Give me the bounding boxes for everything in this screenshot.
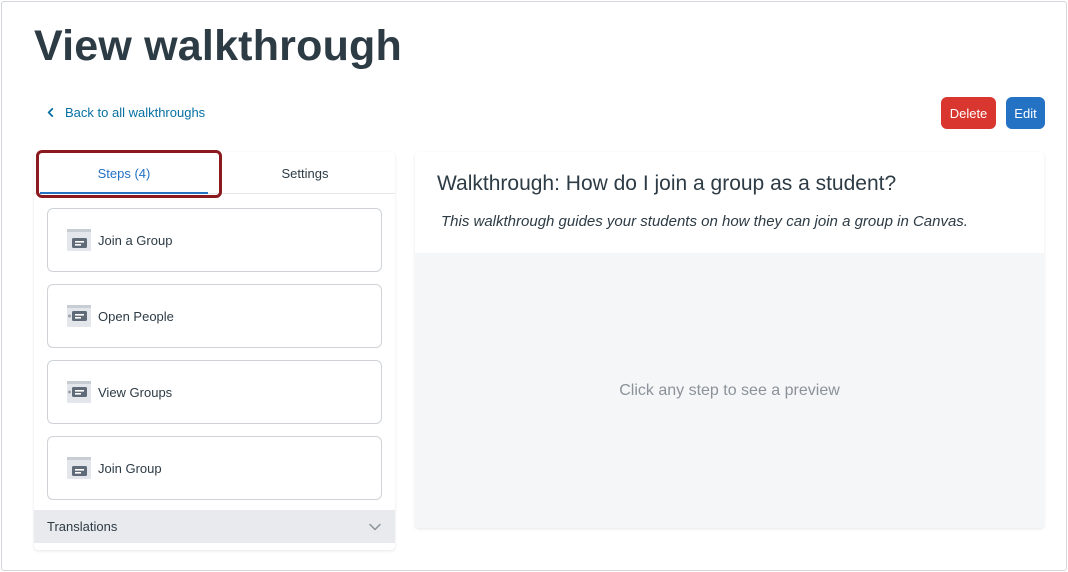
walkthrough-description: This walkthrough guides your students on… bbox=[441, 213, 968, 230]
preview-area: Click any step to see a preview bbox=[415, 253, 1044, 528]
step-window-icon bbox=[67, 229, 91, 251]
steps-panel: Steps (4) Settings Join a Group Open Peo… bbox=[34, 150, 395, 550]
walkthrough-preview-panel: Walkthrough: How do I join a group as a … bbox=[415, 152, 1044, 528]
tab-steps[interactable]: Steps (4) bbox=[34, 152, 214, 194]
chevron-down-icon bbox=[369, 523, 381, 530]
step-label: Join a Group bbox=[98, 232, 173, 248]
walkthrough-title: Walkthrough: How do I join a group as a … bbox=[437, 172, 897, 195]
step-item[interactable]: Open People bbox=[47, 284, 382, 348]
step-item[interactable]: Join Group bbox=[47, 436, 382, 500]
back-to-walkthroughs-link[interactable]: Back to all walkthroughs bbox=[46, 105, 205, 120]
translations-label: Translations bbox=[47, 519, 118, 534]
page-title: View walkthrough bbox=[34, 22, 402, 70]
tab-settings[interactable]: Settings bbox=[215, 152, 395, 194]
delete-button[interactable]: Delete bbox=[941, 97, 996, 129]
tab-bar: Steps (4) Settings bbox=[34, 150, 395, 198]
step-window-icon bbox=[67, 305, 91, 327]
back-link-label: Back to all walkthroughs bbox=[65, 105, 206, 120]
preview-placeholder: Click any step to see a preview bbox=[619, 381, 840, 399]
chevron-left-icon bbox=[47, 108, 54, 117]
edit-button[interactable]: Edit bbox=[1006, 97, 1045, 129]
step-window-icon bbox=[67, 457, 91, 479]
step-label: Join Group bbox=[98, 460, 162, 476]
step-window-icon bbox=[67, 381, 91, 403]
translations-toggle[interactable]: Translations bbox=[34, 510, 395, 543]
window-frame: View walkthrough Back to all walkthrough… bbox=[1, 1, 1067, 571]
step-item[interactable]: View Groups bbox=[47, 360, 382, 424]
step-label: View Groups bbox=[98, 384, 173, 400]
steps-list: Join a Group Open People View Groups Joi… bbox=[47, 208, 382, 512]
step-label: Open People bbox=[98, 308, 174, 324]
step-item[interactable]: Join a Group bbox=[47, 208, 382, 272]
